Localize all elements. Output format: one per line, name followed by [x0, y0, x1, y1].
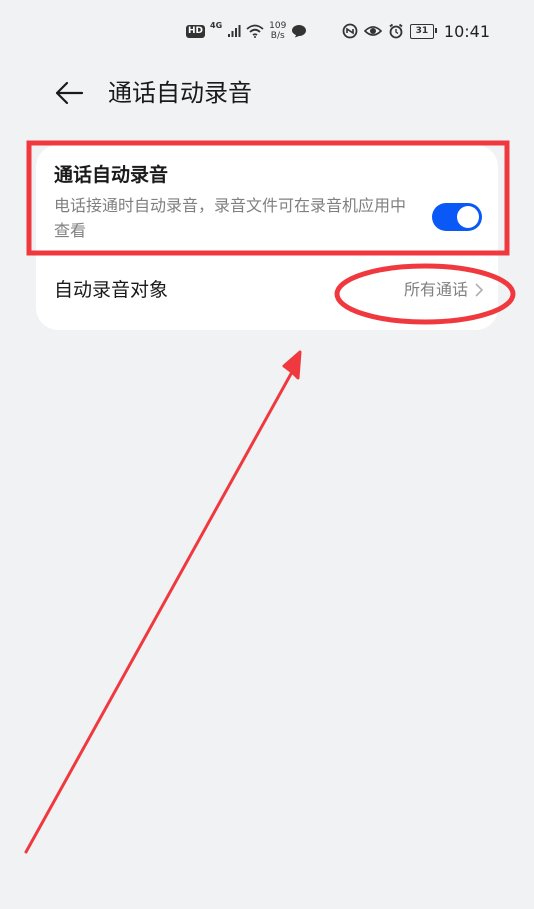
alarm-icon	[389, 23, 403, 39]
settings-card: 通话自动录音 电话接通时自动录音，录音文件可在录音机应用中查看 自动录音对象 所…	[36, 145, 498, 330]
page-title: 通话自动录音	[108, 79, 252, 107]
hd-icon: HD	[186, 24, 206, 38]
speed-unit: B/s	[270, 31, 285, 41]
annotation-arrow	[24, 350, 302, 854]
record-target-label: 自动录音对象	[54, 279, 169, 301]
back-arrow-icon[interactable]	[52, 76, 86, 110]
chevron-right-icon	[475, 283, 484, 297]
annotation-overlay	[24, 140, 516, 854]
auto-record-row[interactable]: 通话自动录音 电话接通时自动录音，录音文件可在录音机应用中查看	[54, 161, 484, 247]
nfc-icon	[342, 23, 358, 39]
signal-icon	[228, 25, 241, 37]
status-time: 10:41	[443, 21, 490, 41]
speed-value: 109	[269, 21, 287, 31]
auto-record-toggle[interactable]	[432, 203, 482, 231]
status-left-group: HD 4G 109 B/s	[186, 18, 307, 44]
chat-bubble-icon	[292, 25, 307, 38]
toggle-knob	[457, 206, 479, 228]
wifi-icon	[246, 24, 264, 38]
status-right-group: 31 10:41	[342, 18, 490, 44]
page-header: 通话自动录音	[0, 62, 534, 124]
network-type-label: 4G	[210, 20, 223, 30]
record-target-value: 所有通话	[403, 280, 468, 299]
battery-icon: 31	[409, 23, 437, 39]
eye-icon	[363, 26, 382, 36]
auto-record-description: 电话接通时自动录音，录音文件可在录音机应用中查看	[54, 196, 407, 240]
record-target-row[interactable]: 自动录音对象 所有通话	[54, 265, 484, 315]
network-speed: 109 B/s	[269, 21, 286, 41]
auto-record-title: 通话自动录音	[54, 164, 169, 186]
status-bar: HD 4G 109 B/s 31 10:41	[0, 0, 534, 62]
